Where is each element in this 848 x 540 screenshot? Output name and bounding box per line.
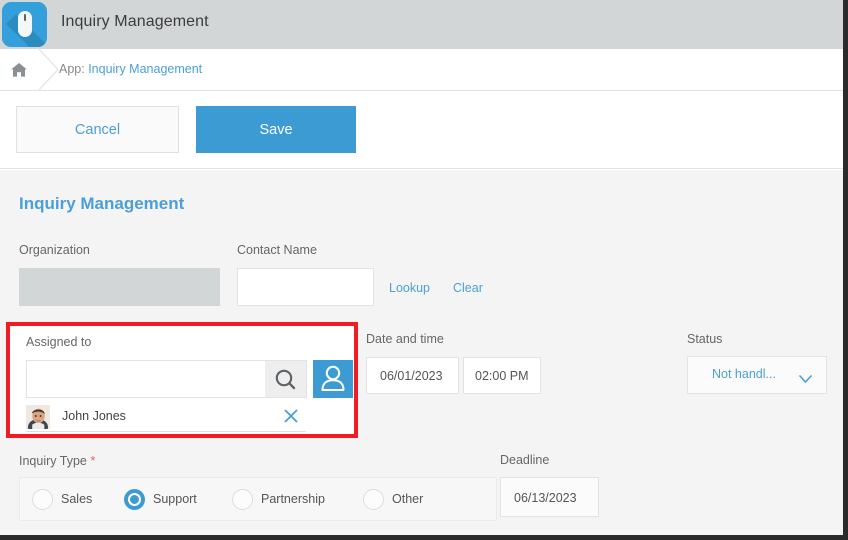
assigned-to-highlight: Assigned to xyxy=(6,322,358,438)
home-icon[interactable] xyxy=(10,61,28,79)
organization-input xyxy=(19,268,220,306)
mouse-icon xyxy=(2,2,47,47)
radio-indicator xyxy=(363,489,384,510)
action-bar: Cancel Save xyxy=(0,91,843,169)
assignee-name: John Jones xyxy=(62,409,126,423)
organization-label: Organization xyxy=(19,243,90,257)
form-heading: Inquiry Management xyxy=(19,194,184,214)
radio-label: Support xyxy=(153,492,197,506)
person-icon[interactable] xyxy=(313,360,353,398)
page-title: Inquiry Management xyxy=(61,13,209,31)
mouse-wheel-shape xyxy=(24,14,26,21)
lookup-button[interactable]: Lookup xyxy=(389,281,430,295)
clear-button[interactable]: Clear xyxy=(453,281,483,295)
status-selected-value: Not handl... xyxy=(712,367,776,381)
breadcrumb-prefix: App: xyxy=(59,62,88,76)
contact-name-input[interactable] xyxy=(237,268,374,306)
magnifier-icon[interactable] xyxy=(265,360,307,398)
breadcrumb-separator-icon xyxy=(38,48,60,91)
save-button[interactable]: Save xyxy=(196,106,356,153)
list-item: John Jones xyxy=(26,404,306,432)
status-dropdown[interactable]: Not handl... xyxy=(687,356,827,394)
deadline-label: Deadline xyxy=(500,453,549,467)
app-window: Inquiry Management App: Inquiry Manageme… xyxy=(0,0,848,540)
chevron-down-icon xyxy=(799,371,812,380)
title-bar: Inquiry Management xyxy=(0,0,843,49)
status-label: Status xyxy=(687,332,722,346)
radio-label: Partnership xyxy=(261,492,325,506)
cancel-button[interactable]: Cancel xyxy=(16,106,179,153)
date-input[interactable]: 06/01/2023 xyxy=(366,357,459,394)
breadcrumb-app-link[interactable]: Inquiry Management xyxy=(88,62,202,76)
radio-label: Sales xyxy=(61,492,92,506)
inquiry-type-label: Inquiry Type * xyxy=(19,453,95,468)
time-input-value: 02:00 PM xyxy=(475,369,529,383)
close-icon[interactable] xyxy=(282,407,300,425)
avatar xyxy=(26,405,50,429)
radio-indicator xyxy=(124,489,145,510)
assigned-to-label: Assigned to xyxy=(26,335,91,349)
required-marker: * xyxy=(90,453,95,468)
inquiry-type-radio-group: Sales Support Partnership Other xyxy=(19,477,497,521)
breadcrumb: App: Inquiry Management xyxy=(0,49,843,91)
radio-label: Other xyxy=(392,492,423,506)
deadline-input[interactable]: 06/13/2023 xyxy=(500,477,599,517)
assigned-to-search-input[interactable] xyxy=(26,360,266,398)
date-and-time-label: Date and time xyxy=(366,332,444,346)
deadline-input-value: 06/13/2023 xyxy=(514,491,577,505)
time-input[interactable]: 02:00 PM xyxy=(463,357,541,394)
breadcrumb-text: App: Inquiry Management xyxy=(59,62,202,76)
radio-indicator xyxy=(32,489,53,510)
contact-name-label: Contact Name xyxy=(237,243,317,257)
inquiry-type-label-text: Inquiry Type xyxy=(19,454,87,468)
date-input-value: 06/01/2023 xyxy=(380,369,443,383)
radio-indicator xyxy=(232,489,253,510)
